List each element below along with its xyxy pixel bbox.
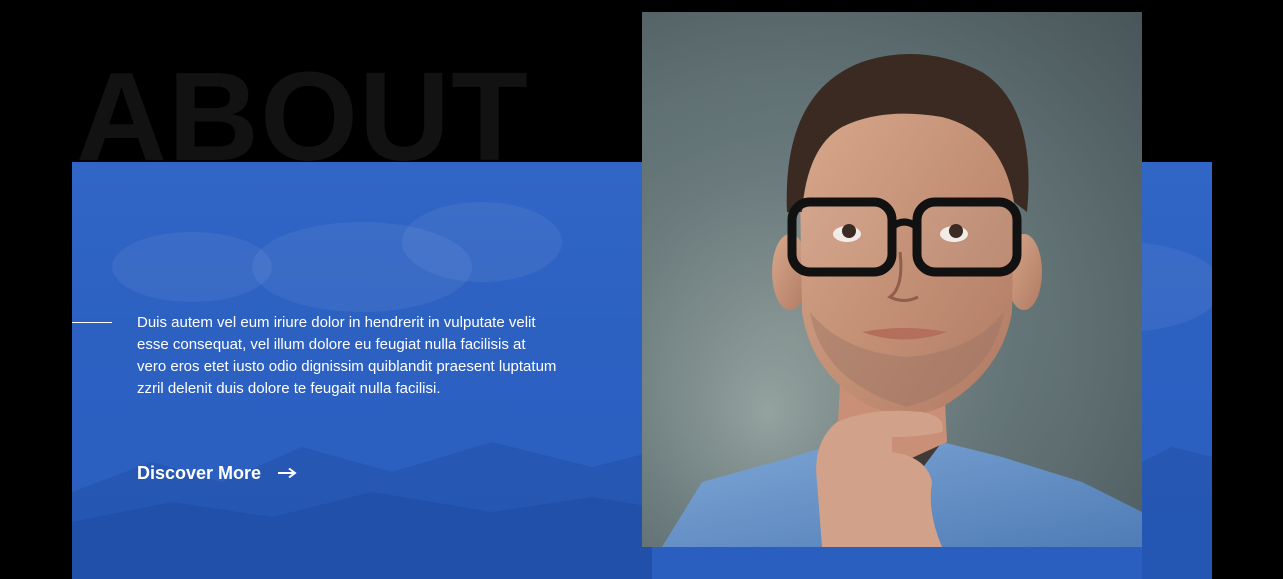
discover-more-label: Discover More xyxy=(137,463,262,483)
portrait-image xyxy=(642,12,1142,547)
about-paragraph: Duis autem vel eum iriure dolor in hendr… xyxy=(137,314,557,397)
arrow-right-icon xyxy=(278,467,297,479)
accent-line xyxy=(72,322,112,323)
man-with-glasses-portrait xyxy=(642,12,1142,547)
discover-more-button[interactable]: Discover More xyxy=(137,462,297,484)
